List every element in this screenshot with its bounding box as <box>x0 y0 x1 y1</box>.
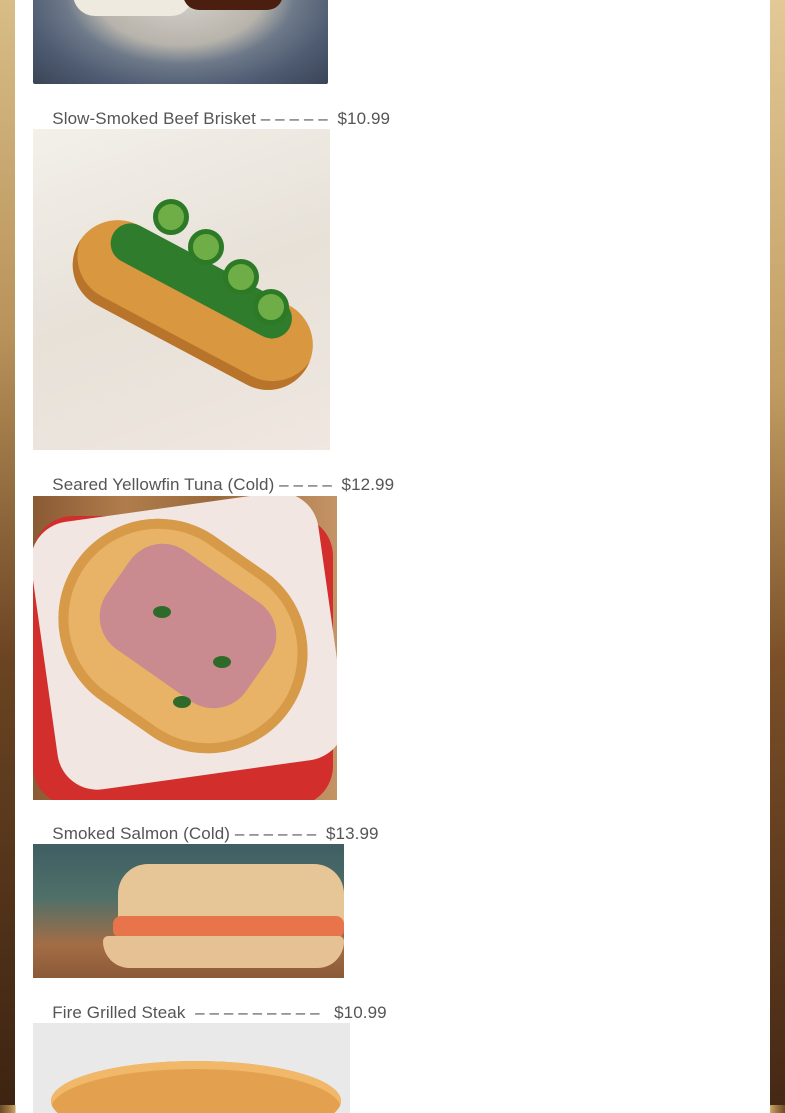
menu-item-name: Smoked Salmon (Cold) <box>52 824 231 843</box>
brisket-meat-shape <box>183 0 283 10</box>
menu-content-panel: Slow-Smoked Beef Brisket – – – – – $10.9… <box>15 0 770 1113</box>
brisket-plate-image <box>33 0 328 84</box>
menu-item-dashes: – – – – – – – – – <box>185 1003 330 1022</box>
menu-item-price: $10.99 <box>337 109 391 128</box>
baguette-shape <box>51 1061 341 1113</box>
salmon-sandwich-image <box>33 844 344 978</box>
salmon-shape <box>113 916 344 938</box>
herb-leaf <box>153 606 171 618</box>
right-background-strip <box>770 0 785 1105</box>
menu-item-price: $13.99 <box>325 824 379 843</box>
menu-item-dashes: – – – – <box>274 475 337 494</box>
menu-item-price: $10.99 <box>334 1003 387 1022</box>
jalapeno-slice <box>153 199 189 235</box>
left-background-strip <box>0 0 15 1105</box>
menu-item-name: Seared Yellowfin Tuna (Cold) <box>52 475 275 494</box>
tuna-sandwich-image <box>33 496 337 800</box>
menu-item-price: $12.99 <box>341 475 395 494</box>
jalapeno-slice <box>188 229 224 265</box>
baguette-image <box>33 1023 350 1113</box>
jalapeno-sandwich-image <box>33 129 330 450</box>
paper-wrap-shape <box>73 0 193 16</box>
menu-item-name: Slow-Smoked Beef Brisket <box>52 109 256 128</box>
menu-item-name: Fire Grilled Steak <box>52 1003 186 1022</box>
herb-leaf <box>173 696 191 708</box>
herb-leaf <box>213 656 231 668</box>
menu-item-dashes: – – – – – <box>255 109 333 128</box>
menu-item-dashes: – – – – – – <box>230 824 322 843</box>
jalapeno-slice <box>253 289 289 325</box>
roll-bottom-shape <box>103 936 344 968</box>
jalapeno-slice <box>223 259 259 295</box>
